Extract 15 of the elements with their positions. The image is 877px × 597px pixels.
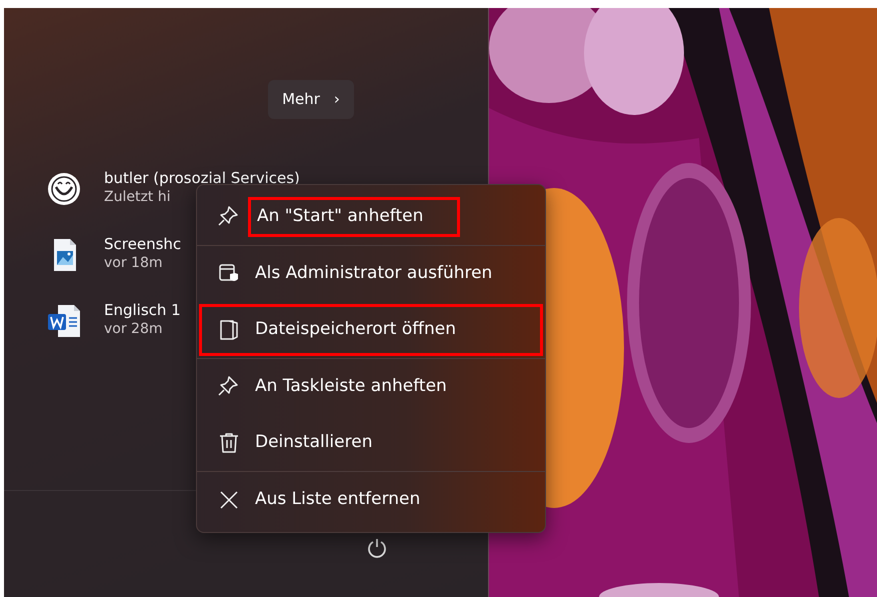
more-button[interactable]: Mehr › [268, 80, 354, 118]
recent-item-title[interactable]: butler (prosozial Services) [104, 168, 300, 188]
menu-item[interactable]: Deinstallieren [197, 415, 545, 471]
menu-item[interactable]: Dateispeicherort öffnen [197, 302, 545, 358]
menu-item[interactable]: Aus Liste entfernen [197, 472, 545, 528]
menu-item[interactable]: An Taskleiste anheften [197, 359, 545, 415]
recent-item-time: vor 28m [104, 320, 164, 340]
power-icon[interactable] [366, 537, 388, 559]
trash-icon [217, 431, 241, 455]
recent-item-time: Zuletzt hi [104, 188, 172, 208]
menu-item[interactable]: An "Start" anheften [197, 189, 545, 245]
recent-item-title[interactable]: Englisch 1 [104, 300, 181, 320]
recent-item-title[interactable]: Screenshc [104, 234, 182, 254]
menu-item[interactable]: Als Administrator ausführen [197, 246, 545, 302]
recent-item-time: vor 18m [104, 254, 164, 274]
